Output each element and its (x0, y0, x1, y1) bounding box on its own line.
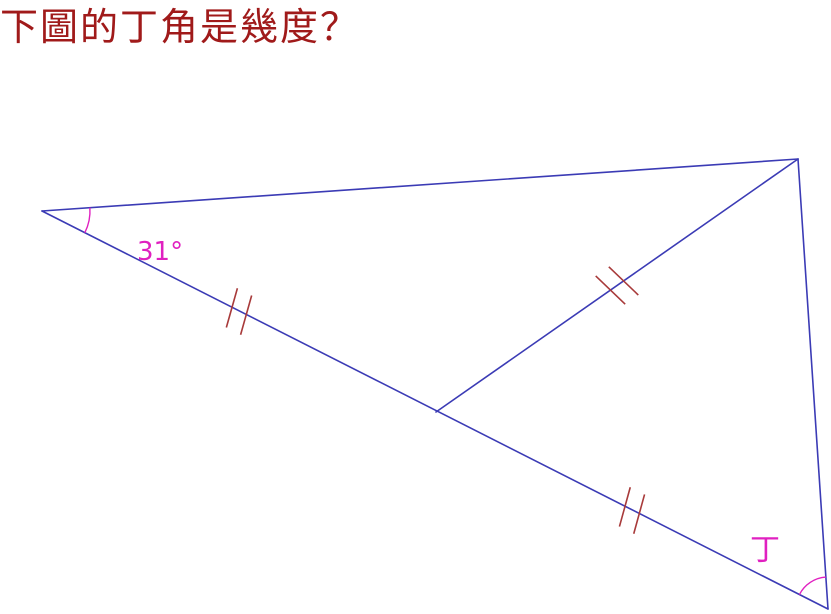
edge-bc (797, 158, 829, 610)
tick-mc-1 (618, 487, 632, 527)
edge-ab (41, 158, 799, 212)
tick-am-1 (225, 288, 239, 328)
segment-mb (435, 158, 799, 413)
tick-mb-2 (608, 266, 639, 296)
triangle-diagram: 31° 丁 (41, 158, 829, 610)
tick-mb-1 (595, 275, 626, 305)
angle-c-arc (798, 576, 826, 595)
edge-ac (41, 210, 829, 610)
tick-mc-2 (632, 494, 646, 534)
angle-ding-label: 丁 (750, 533, 780, 568)
angle-31-label: 31° (137, 237, 183, 267)
tick-am-2 (239, 295, 253, 335)
angle-a-arc (84, 207, 91, 234)
